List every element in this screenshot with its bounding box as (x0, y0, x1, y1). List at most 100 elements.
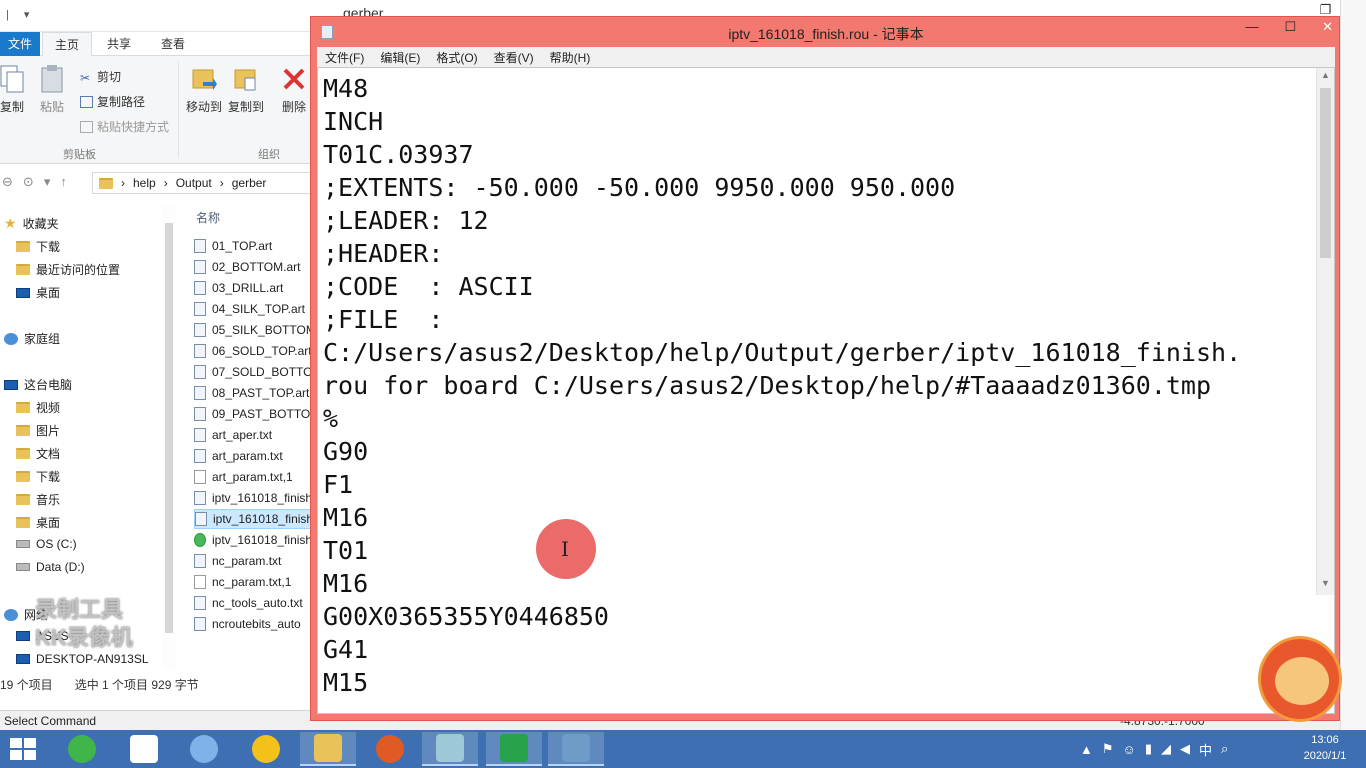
nav-documents-label: 文档 (36, 447, 61, 461)
taskbar-app-cad[interactable] (548, 732, 604, 766)
tab-share[interactable]: 共享 (96, 32, 142, 56)
tab-home[interactable]: 主页 (42, 32, 92, 57)
list-item[interactable]: 01_TOP.art (194, 236, 319, 256)
nav-favorites[interactable]: ★ 收藏夹 (4, 215, 59, 232)
list-item[interactable]: 07_SOLD_BOTTOM.art (194, 362, 319, 382)
copy-path-icon (80, 95, 93, 108)
notepad-titlebar[interactable]: iptv_161018_finish.rou - 记事本 — ☐ ✕ (311, 17, 1341, 47)
star-icon: ★ (4, 215, 17, 231)
list-item[interactable]: nc_tools_auto.txt (194, 593, 319, 613)
taskbar-app-music[interactable] (238, 732, 294, 766)
breadcrumb-help[interactable]: help (133, 176, 156, 190)
taskbar-app-explorer[interactable] (300, 732, 356, 766)
list-item[interactable]: iptv_161018_finish (194, 530, 319, 550)
list-item[interactable]: art_param.txt,1 (194, 467, 319, 487)
up-icon[interactable]: ↑ (60, 174, 67, 190)
nav-downloads[interactable]: 下载 (16, 238, 60, 255)
list-item[interactable]: 08_PAST_TOP.art (194, 383, 319, 403)
text-file-icon (194, 449, 206, 463)
nav-this-pc[interactable]: 这台电脑 (4, 376, 72, 393)
address-bar[interactable]: › help › Output › gerber (92, 172, 320, 194)
address-bar-area: ⊖ ⊙ ▾ ↑ › help › Output › gerber (0, 168, 320, 198)
blank-file-icon (194, 575, 206, 589)
battery-icon[interactable]: ▮ (1145, 741, 1152, 757)
scrollbar-thumb[interactable] (1320, 88, 1331, 258)
file-icon (194, 302, 206, 316)
nav-recent[interactable]: 最近访问的位置 (16, 261, 120, 278)
scroll-down-icon[interactable]: ▼ (1321, 578, 1330, 588)
nav-desktop-pc[interactable]: 桌面 (16, 514, 60, 531)
breadcrumb-gerber[interactable]: gerber (232, 176, 267, 190)
list-item[interactable]: art_aper.txt (194, 425, 319, 445)
list-item[interactable]: 06_SOLD_TOP.art (194, 341, 319, 361)
tab-file[interactable]: 文件 (0, 32, 40, 56)
status-size-text: 929 字节 (151, 677, 199, 692)
menu-file[interactable]: 文件(F) (325, 49, 364, 66)
volume-icon[interactable]: ◀ (1180, 741, 1190, 757)
list-item-selected[interactable]: iptv_161018_finish (194, 509, 319, 529)
nav-documents[interactable]: 文档 (16, 445, 60, 462)
list-item[interactable]: 02_BOTTOM.art (194, 257, 319, 277)
scroll-up-icon[interactable]: ▲ (1321, 70, 1330, 80)
nav-homegroup[interactable]: 家庭组 (4, 330, 60, 347)
nav-recent-label: 最近访问的位置 (36, 263, 121, 277)
taskbar-app-paint[interactable] (176, 732, 232, 766)
menu-view[interactable]: 查看(V) (494, 49, 534, 66)
move-to-button[interactable]: 移动到 (180, 64, 228, 115)
breadcrumb-output[interactable]: Output (176, 176, 212, 190)
nav-videos[interactable]: 视频 (16, 399, 60, 416)
taskbar-app-pcb[interactable] (486, 732, 542, 766)
column-header-name[interactable]: 名称 (196, 209, 220, 226)
taskbar-app-photos[interactable] (116, 732, 172, 766)
flag-icon[interactable]: ⚑ (1102, 741, 1114, 757)
list-item[interactable]: iptv_161018_finish (194, 488, 319, 508)
back-icon[interactable]: ⊖ (2, 174, 13, 190)
status-selection: 选中 1 个项目 929 字节 (75, 676, 199, 693)
menu-format[interactable]: 格式(O) (436, 49, 477, 66)
nav-scrollbar-thumb[interactable] (165, 223, 173, 633)
copy-path-button[interactable]: 复制路径 (80, 93, 145, 110)
nav-pictures[interactable]: 图片 (16, 422, 60, 439)
paste-shortcut-button[interactable]: 粘贴快捷方式 (80, 118, 169, 135)
text-line: ;HEADER: (323, 239, 444, 268)
close-icon[interactable]: ✕ (1322, 19, 1333, 35)
taskbar-clock[interactable]: 13:06 2020/1/1 (1290, 732, 1360, 764)
list-item[interactable]: 09_PAST_BOTTOM.art (194, 404, 319, 424)
list-item[interactable]: art_param.txt (194, 446, 319, 466)
tray-app-icon[interactable]: ☺ (1123, 742, 1136, 757)
menu-help[interactable]: 帮助(H) (550, 49, 591, 66)
network-signal-icon[interactable]: ◢ (1161, 741, 1171, 757)
notepad-text-area[interactable]: M48 INCH T01C.03937 ;EXTENTS: -50.000 -5… (317, 67, 1335, 714)
paste-button[interactable]: 粘贴 (28, 64, 76, 115)
list-item[interactable]: ncroutebits_auto (194, 614, 319, 634)
nav-music[interactable]: 音乐 (16, 491, 60, 508)
windows-start-button[interactable] (10, 738, 38, 762)
minimize-icon[interactable]: — (1245, 19, 1258, 35)
nav-desktop[interactable]: 桌面 (16, 284, 60, 301)
notepad-vertical-scrollbar[interactable]: ▲ ▼ (1316, 68, 1334, 595)
maximize-icon[interactable]: ☐ (1284, 19, 1296, 35)
tab-view[interactable]: 查看 (150, 32, 196, 56)
nav-downloads-pc[interactable]: 下载 (16, 468, 60, 485)
mascot-widget[interactable] (1258, 636, 1342, 722)
taskbar-app-notepad[interactable] (422, 732, 478, 766)
file-name: art_param.txt (212, 449, 283, 463)
ime-indicator[interactable]: 中 (1199, 740, 1212, 759)
list-item[interactable]: 05_SILK_BOTTOM.art (194, 320, 319, 340)
list-item[interactable]: nc_param.txt,1 (194, 572, 319, 592)
nav-drive-d[interactable]: Data (D:) (16, 560, 85, 574)
list-item[interactable]: 04_SILK_TOP.art (194, 299, 319, 319)
cut-button[interactable]: ✂ 剪切 (80, 68, 121, 85)
nav-drive-c[interactable]: OS (C:) (16, 537, 77, 551)
list-item[interactable]: 03_DRILL.art (194, 278, 319, 298)
taskbar-app-refresh[interactable] (54, 732, 110, 766)
quick-access-toolbar[interactable]: | ▾ (6, 8, 35, 21)
recent-dropdown-icon[interactable]: ▾ (44, 174, 51, 190)
forward-icon[interactable]: ⊙ (23, 174, 34, 190)
show-hidden-icons-icon[interactable]: ▲ (1080, 742, 1093, 757)
search-icon[interactable]: ⌕ (1221, 741, 1228, 757)
list-item[interactable]: nc_param.txt (194, 551, 319, 571)
menu-edit[interactable]: 编辑(E) (380, 49, 420, 66)
copy-to-button[interactable]: 复制到 (222, 64, 270, 115)
taskbar-app-recorder[interactable] (362, 732, 418, 766)
